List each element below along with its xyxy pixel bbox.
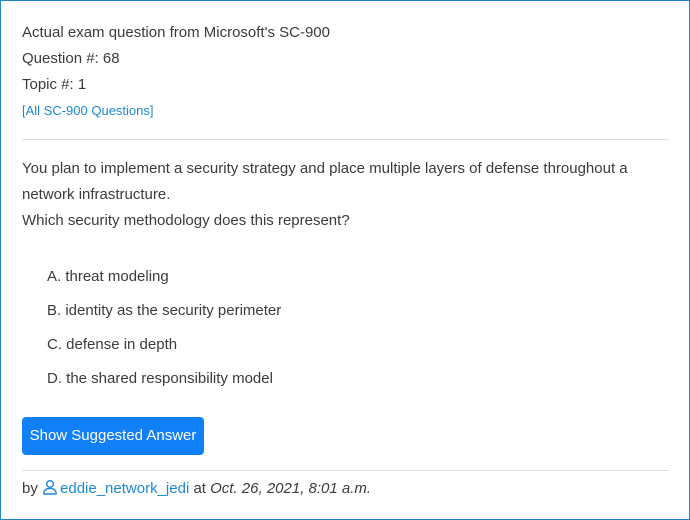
question-number: Question #: 68 [22,50,120,67]
username: eddie_network_jedi [60,480,190,497]
all-questions-link[interactable]: [All SC-900 Questions] [22,98,330,124]
answer-choices: A. threat modeling B. identity as the se… [47,264,281,400]
question-prompt: Which security methodology does this rep… [22,212,350,229]
question-text: You plan to implement a security strateg… [22,160,628,203]
show-suggested-answer-button[interactable]: Show Suggested Answer [22,417,204,455]
topic-number: Topic #: 1 [22,76,87,93]
choice-b[interactable]: B. identity as the security perimeter [47,298,281,332]
discussion-footer: by eddie_network_jedi at Oct. 26, 2021, … [22,478,371,500]
exam-title: Actual exam question from Microsoft's SC… [22,24,330,41]
by-label: by [22,480,38,497]
user-icon [42,479,58,495]
exam-question-card: Actual exam question from Microsoft's SC… [0,0,690,520]
question-header: Actual exam question from Microsoft's SC… [22,20,330,124]
user-link[interactable]: eddie_network_jedi [42,480,189,497]
choice-a[interactable]: A. threat modeling [47,264,281,298]
at-label: at [193,480,206,497]
header-divider [22,139,669,140]
question-body: You plan to implement a security strateg… [22,156,667,234]
choice-d[interactable]: D. the shared responsibility model [47,366,281,400]
post-date: Oct. 26, 2021, 8:01 a.m. [210,480,372,497]
choice-c[interactable]: C. defense in depth [47,332,281,366]
footer-divider [22,470,669,471]
